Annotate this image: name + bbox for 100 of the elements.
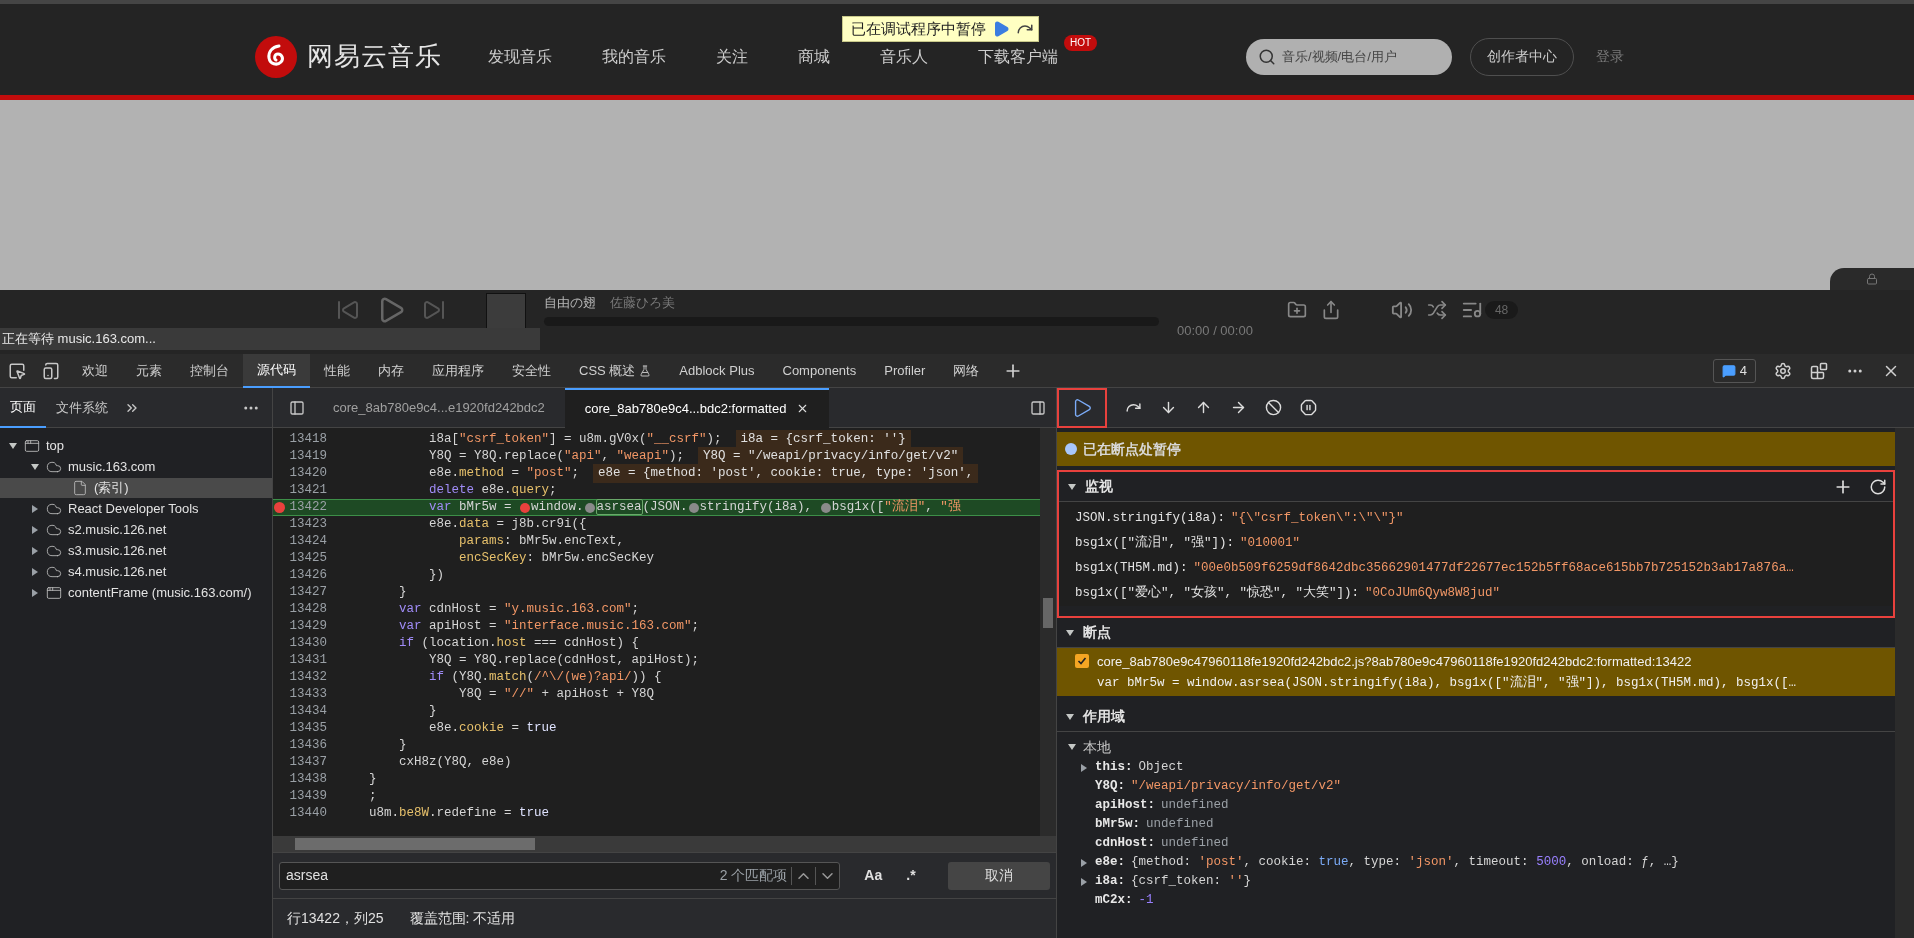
shuffle-icon[interactable] (1426, 300, 1447, 320)
nav-link[interactable]: 关注 (716, 44, 748, 69)
nav-link[interactable]: 下载客户端 (978, 44, 1058, 69)
message-icon (1721, 363, 1736, 378)
lock-icon[interactable] (1866, 273, 1878, 285)
match-case-button[interactable]: Aa (860, 865, 887, 886)
resume-button[interactable] (1057, 387, 1107, 428)
issues-badge[interactable]: 4 (1712, 358, 1756, 383)
pause-on-exceptions-icon[interactable] (1300, 399, 1317, 416)
editor-tab[interactable]: core_8ab780e9c4...bdc2:formatted (564, 387, 830, 428)
nav-link[interactable]: 音乐人 (880, 44, 928, 69)
collapsed-triangle-icon[interactable] (1079, 762, 1089, 773)
navigator-tab[interactable]: 页面 (0, 387, 46, 428)
loading-status: 正在等待 music.163.com... (0, 328, 540, 350)
step-out-icon[interactable] (1195, 399, 1212, 416)
collapsed-triangle-icon[interactable] (30, 504, 40, 514)
cancel-button[interactable]: 取消 (947, 861, 1050, 890)
volume-icon[interactable] (1390, 299, 1413, 321)
collapsed-triangle-icon[interactable] (30, 525, 40, 535)
search-field[interactable]: 音乐/视频/电台/用户 (1246, 38, 1452, 75)
devtools-tab[interactable]: Components (768, 353, 871, 388)
search-input[interactable]: 音乐/视频/电台/用户 (1282, 46, 1444, 67)
nav-link[interactable]: 我的音乐 (602, 44, 666, 69)
expanded-triangle-icon[interactable] (1067, 481, 1077, 492)
devtools-tab[interactable]: 源代码 (243, 353, 310, 388)
customize-icon[interactable] (1810, 361, 1828, 380)
devtools-tab[interactable]: 网络 (939, 353, 994, 388)
scope-group[interactable]: 本地 (1083, 736, 1111, 758)
search-input[interactable]: asrsea (286, 865, 720, 886)
section-header[interactable]: 监视 (1085, 476, 1113, 497)
refresh-icon[interactable] (1869, 477, 1887, 496)
nav-link[interactable]: 发现音乐 (488, 44, 552, 69)
vertical-scrollbar[interactable] (1895, 428, 1914, 938)
collapsed-triangle-icon[interactable] (1079, 876, 1089, 887)
step-icon[interactable] (1230, 399, 1247, 416)
breakpoint-marker-icon[interactable] (820, 502, 831, 513)
devtools-tab[interactable]: 控制台 (176, 353, 243, 388)
devtools-tab[interactable]: Adblock Plus (665, 353, 769, 388)
devtools-tab[interactable]: 安全性 (498, 353, 565, 388)
tree-item[interactable]: s2.music.126.net (0, 520, 272, 540)
collapsed-triangle-icon[interactable] (30, 588, 40, 598)
tree-item[interactable]: music.163.com (0, 457, 272, 477)
device-icon[interactable] (42, 361, 60, 380)
scope-variable-name: apiHost: (1095, 797, 1155, 815)
settings-icon[interactable] (1774, 361, 1792, 380)
regex-button[interactable]: .* (902, 865, 920, 886)
breakpoint-icon[interactable] (273, 502, 285, 513)
tree-item[interactable]: React Developer Tools (0, 499, 272, 519)
toggle-navigator-icon[interactable] (289, 399, 305, 416)
inspect-icon[interactable] (8, 361, 26, 380)
toggle-debugger-icon[interactable] (1030, 399, 1046, 416)
line-number: 13436 (288, 737, 327, 755)
watch-expression: bsg1x(TH5M.md): (1075, 560, 1188, 578)
breakpoint-marker-icon[interactable] (584, 502, 595, 513)
expanded-triangle-icon[interactable] (8, 441, 18, 451)
section-header[interactable]: 断点 (1083, 622, 1111, 643)
logo-icon[interactable] (255, 35, 297, 78)
devtools-tab[interactable]: 应用程序 (418, 353, 498, 388)
code-text: Y8Q = Y8Q.replace(cdnHost, apiHost); (429, 652, 700, 670)
tree-item[interactable]: top (0, 436, 272, 456)
line-number: 13425 (288, 550, 327, 568)
expanded-triangle-icon[interactable] (1065, 711, 1075, 722)
search-field[interactable]: asrsea 2 个匹配项 (279, 861, 841, 890)
collapsed-triangle-icon[interactable] (30, 567, 40, 577)
devtools-tab[interactable]: 欢迎 (68, 353, 122, 388)
logo-text[interactable]: 网易云音乐 (307, 37, 442, 76)
editor-tab[interactable]: core_8ab780e9c4...e1920fd242bdc2 (313, 387, 565, 428)
track-title: 自由の翅 (544, 294, 596, 312)
code-text: var bMr5w = (429, 499, 513, 517)
horizontal-scrollbar[interactable] (273, 836, 1056, 852)
breakpoint-entry[interactable]: core_8ab780e9c47960118fe1920fd242bdc2.js?8ab780e9c47960118fe1920fd242bdc2:formatted:13422 var bMr5w = window.asrsea(JSON.stringify(i8a), bsg1x(["流泪", "强"]), bsg1x(TH5M.md), bsg1x([… (1057, 648, 1895, 697)
devtools-tab[interactable]: 元素 (122, 353, 176, 388)
breakpoint-marker-icon[interactable] (688, 502, 699, 513)
checkbox[interactable] (1075, 654, 1089, 668)
devtools-tab[interactable]: 性能 (310, 353, 364, 388)
collapsed-triangle-icon[interactable] (1079, 857, 1089, 868)
tree-item[interactable]: (索引) (0, 478, 272, 498)
window-icon (46, 585, 62, 601)
tree-item[interactable]: s4.music.126.net (0, 562, 272, 582)
deactivate-breakpoints-icon[interactable] (1265, 399, 1282, 416)
line-number: 13433 (288, 686, 327, 704)
scope-value: "/weapi/privacy/info/get/v2" (1131, 778, 1342, 796)
section-header[interactable]: 作用域 (1083, 706, 1125, 728)
folder-plus-icon[interactable] (1286, 300, 1307, 320)
nav-link[interactable]: 商城 (798, 44, 830, 69)
tree-item[interactable]: contentFrame (music.163.com/) (0, 583, 272, 603)
vertical-scrollbar[interactable] (1040, 428, 1056, 836)
collapsed-triangle-icon[interactable] (30, 546, 40, 556)
tree-item[interactable]: s3.music.126.net (0, 541, 272, 561)
devtools-tab[interactable]: 内存 (364, 353, 418, 388)
breakpoint-marker-icon[interactable] (520, 502, 531, 513)
resume-icon[interactable] (992, 20, 1010, 38)
step-into-icon[interactable] (1160, 399, 1177, 416)
devtools-tab[interactable]: Profiler (870, 353, 940, 388)
devtools-tab[interactable]: CSS 概述 (565, 353, 666, 388)
login-link[interactable]: 登录 (1596, 46, 1624, 67)
expanded-triangle-icon[interactable] (30, 462, 40, 472)
expanded-triangle-icon[interactable] (1065, 627, 1075, 638)
navigator-tab[interactable]: 文件系统 (46, 387, 118, 428)
cursor-position: 行13422，列25 (287, 909, 384, 928)
